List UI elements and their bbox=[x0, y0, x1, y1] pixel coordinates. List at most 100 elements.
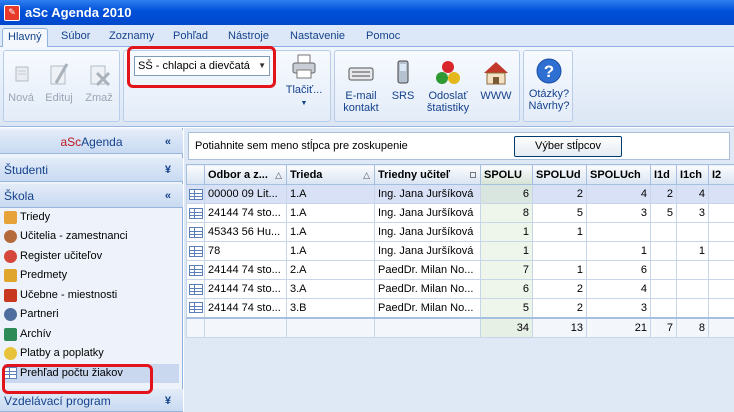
table-cell[interactable] bbox=[708, 279, 734, 299]
delete-button[interactable]: Zmaž bbox=[82, 61, 116, 104]
table-cell[interactable]: Ing. Jana Juršíková bbox=[374, 203, 481, 223]
row-selector[interactable] bbox=[186, 260, 205, 280]
table-cell[interactable] bbox=[676, 260, 709, 280]
table-cell[interactable] bbox=[708, 260, 734, 280]
table-cell[interactable]: 1 bbox=[480, 222, 533, 242]
tab-nastroje[interactable]: Nástroje bbox=[228, 28, 269, 47]
header-i2[interactable]: I2 bbox=[708, 164, 734, 185]
table-cell[interactable] bbox=[708, 241, 734, 261]
header-trieda[interactable]: Trieda △ bbox=[286, 164, 375, 185]
table-cell[interactable]: 3 bbox=[586, 298, 651, 318]
table-cell[interactable] bbox=[650, 260, 677, 280]
table-cell[interactable]: 1 bbox=[532, 222, 587, 242]
header-spolud[interactable]: SPOLUd bbox=[532, 164, 587, 185]
table-cell[interactable] bbox=[586, 222, 651, 242]
table-row[interactable]: 00000 09 Lit... 1.A Ing. Jana Juršíková 6 2 4… bbox=[186, 184, 734, 204]
expand-icon[interactable]: ¥ bbox=[165, 389, 171, 412]
table-cell[interactable]: 3.B bbox=[286, 298, 375, 318]
email-contact-button[interactable]: E-mail kontakt bbox=[340, 59, 382, 114]
tab-pohlad[interactable]: Pohľad bbox=[173, 28, 208, 47]
tab-zoznamy[interactable]: Zoznamy bbox=[109, 28, 154, 47]
table-cell[interactable]: 1 bbox=[480, 241, 533, 261]
group-by-panel[interactable]: Potiahnite sem meno stĺpca pre zoskupeni… bbox=[188, 132, 730, 160]
table-cell[interactable]: 1.A bbox=[286, 203, 375, 223]
table-cell[interactable]: 2 bbox=[532, 279, 587, 299]
sidebar-item-triedy[interactable]: Triedy bbox=[4, 208, 179, 227]
row-selector[interactable] bbox=[186, 184, 205, 204]
table-cell[interactable]: 3 bbox=[586, 203, 651, 223]
table-cell[interactable]: 4 bbox=[676, 184, 709, 204]
table-cell[interactable]: 5 bbox=[532, 203, 587, 223]
table-cell[interactable]: 24144 74 sto... bbox=[204, 260, 287, 280]
table-cell[interactable]: PaedDr. Milan No... bbox=[374, 279, 481, 299]
sidebar-item-predmety[interactable]: Predmety bbox=[4, 266, 179, 285]
row-selector[interactable] bbox=[186, 222, 205, 242]
table-cell[interactable]: 1.A bbox=[286, 184, 375, 204]
table-cell[interactable]: 78 bbox=[204, 241, 287, 261]
table-cell[interactable]: 2.A bbox=[286, 260, 375, 280]
row-selector[interactable] bbox=[186, 241, 205, 261]
table-cell[interactable]: 6 bbox=[586, 260, 651, 280]
table-row[interactable]: 24144 74 sto... 2.A PaedDr. Milan No... 7 1 6 bbox=[186, 260, 734, 280]
table-cell[interactable]: 24144 74 sto... bbox=[204, 203, 287, 223]
table-cell[interactable] bbox=[676, 279, 709, 299]
table-cell[interactable] bbox=[708, 184, 734, 204]
table-cell[interactable]: 1 bbox=[586, 241, 651, 261]
table-cell[interactable] bbox=[676, 298, 709, 318]
table-cell[interactable] bbox=[532, 241, 587, 261]
table-cell[interactable] bbox=[676, 222, 709, 242]
sidebar-item-partneri[interactable]: Partneri bbox=[4, 305, 179, 324]
table-cell[interactable]: Ing. Jana Juršíková bbox=[374, 222, 481, 242]
table-cell[interactable]: 4 bbox=[586, 279, 651, 299]
table-cell[interactable] bbox=[708, 222, 734, 242]
table-cell[interactable]: 2 bbox=[532, 298, 587, 318]
tab-nastavenie[interactable]: Nastavenie bbox=[290, 28, 345, 47]
table-cell[interactable]: 45343 56 Hu... bbox=[204, 222, 287, 242]
edit-button[interactable]: Edituj bbox=[42, 61, 76, 104]
row-selector[interactable] bbox=[186, 298, 205, 318]
table-row[interactable]: 24144 74 sto... 1.A Ing. Jana Juršíková 8 5 3… bbox=[186, 203, 734, 223]
sidebar-section-school[interactable]: Škola « bbox=[0, 184, 183, 208]
header-triedny-ucitel[interactable]: Triedny učiteľ bbox=[374, 164, 481, 185]
header-spoluch[interactable]: SPOLUch bbox=[586, 164, 651, 185]
table-row[interactable]: 24144 74 sto... 3.B PaedDr. Milan No... 5 2 3 bbox=[186, 298, 734, 318]
table-cell[interactable]: 5 bbox=[480, 298, 533, 318]
header-i1ch[interactable]: I1ch bbox=[676, 164, 709, 185]
table-cell[interactable]: Ing. Jana Juršíková bbox=[374, 184, 481, 204]
table-cell[interactable] bbox=[708, 203, 734, 223]
questions-button[interactable]: ? Otázky? Návrhy? bbox=[526, 57, 572, 112]
table-cell[interactable] bbox=[650, 298, 677, 318]
row-selector[interactable] bbox=[186, 279, 205, 299]
sidebar-item-ucitelia[interactable]: Učitelia - zamestnanci bbox=[4, 227, 179, 246]
tab-hlavny[interactable]: Hlavný bbox=[2, 28, 48, 47]
table-cell[interactable]: PaedDr. Milan No... bbox=[374, 298, 481, 318]
expand-icon[interactable]: ¥ bbox=[165, 158, 171, 182]
sidebar-section-students[interactable]: Študenti ¥ bbox=[0, 158, 183, 182]
print-button[interactable]: Tlačiť... ▼ bbox=[282, 53, 326, 110]
table-cell[interactable]: 24144 74 sto... bbox=[204, 279, 287, 299]
sidebar-item-archiv[interactable]: Archív bbox=[4, 325, 179, 344]
table-cell[interactable] bbox=[708, 298, 734, 318]
header-odbor[interactable]: Odbor a z... △ bbox=[204, 164, 287, 185]
row-selector[interactable] bbox=[186, 203, 205, 223]
table-cell[interactable]: 24144 74 sto... bbox=[204, 298, 287, 318]
sidebar-item-register-ucitelov[interactable]: Register učiteľov bbox=[4, 247, 179, 266]
sidebar-item-platby[interactable]: Platby a poplatky bbox=[4, 344, 179, 363]
table-cell[interactable]: 8 bbox=[480, 203, 533, 223]
table-cell[interactable]: 2 bbox=[650, 184, 677, 204]
collapse-icon[interactable]: « bbox=[165, 184, 171, 208]
table-cell[interactable]: Ing. Jana Juršíková bbox=[374, 241, 481, 261]
table-cell[interactable]: 3.A bbox=[286, 279, 375, 299]
table-cell[interactable]: 6 bbox=[480, 279, 533, 299]
srs-button[interactable]: SRS bbox=[388, 59, 418, 102]
table-cell[interactable]: PaedDr. Milan No... bbox=[374, 260, 481, 280]
table-row[interactable]: 24144 74 sto... 3.A PaedDr. Milan No... 6 2 4 bbox=[186, 279, 734, 299]
column-chooser-button[interactable]: Výber stĺpcov bbox=[514, 136, 622, 157]
collapse-sidebar-icon[interactable]: « bbox=[165, 130, 171, 154]
table-row[interactable]: 45343 56 Hu... 1.A Ing. Jana Juršíková 1 1 bbox=[186, 222, 734, 242]
table-cell[interactable]: 4 bbox=[586, 184, 651, 204]
tab-subor[interactable]: Súbor bbox=[61, 28, 90, 47]
table-cell[interactable]: 1 bbox=[676, 241, 709, 261]
header-i1d[interactable]: I1d bbox=[650, 164, 677, 185]
table-cell[interactable]: 1.A bbox=[286, 222, 375, 242]
